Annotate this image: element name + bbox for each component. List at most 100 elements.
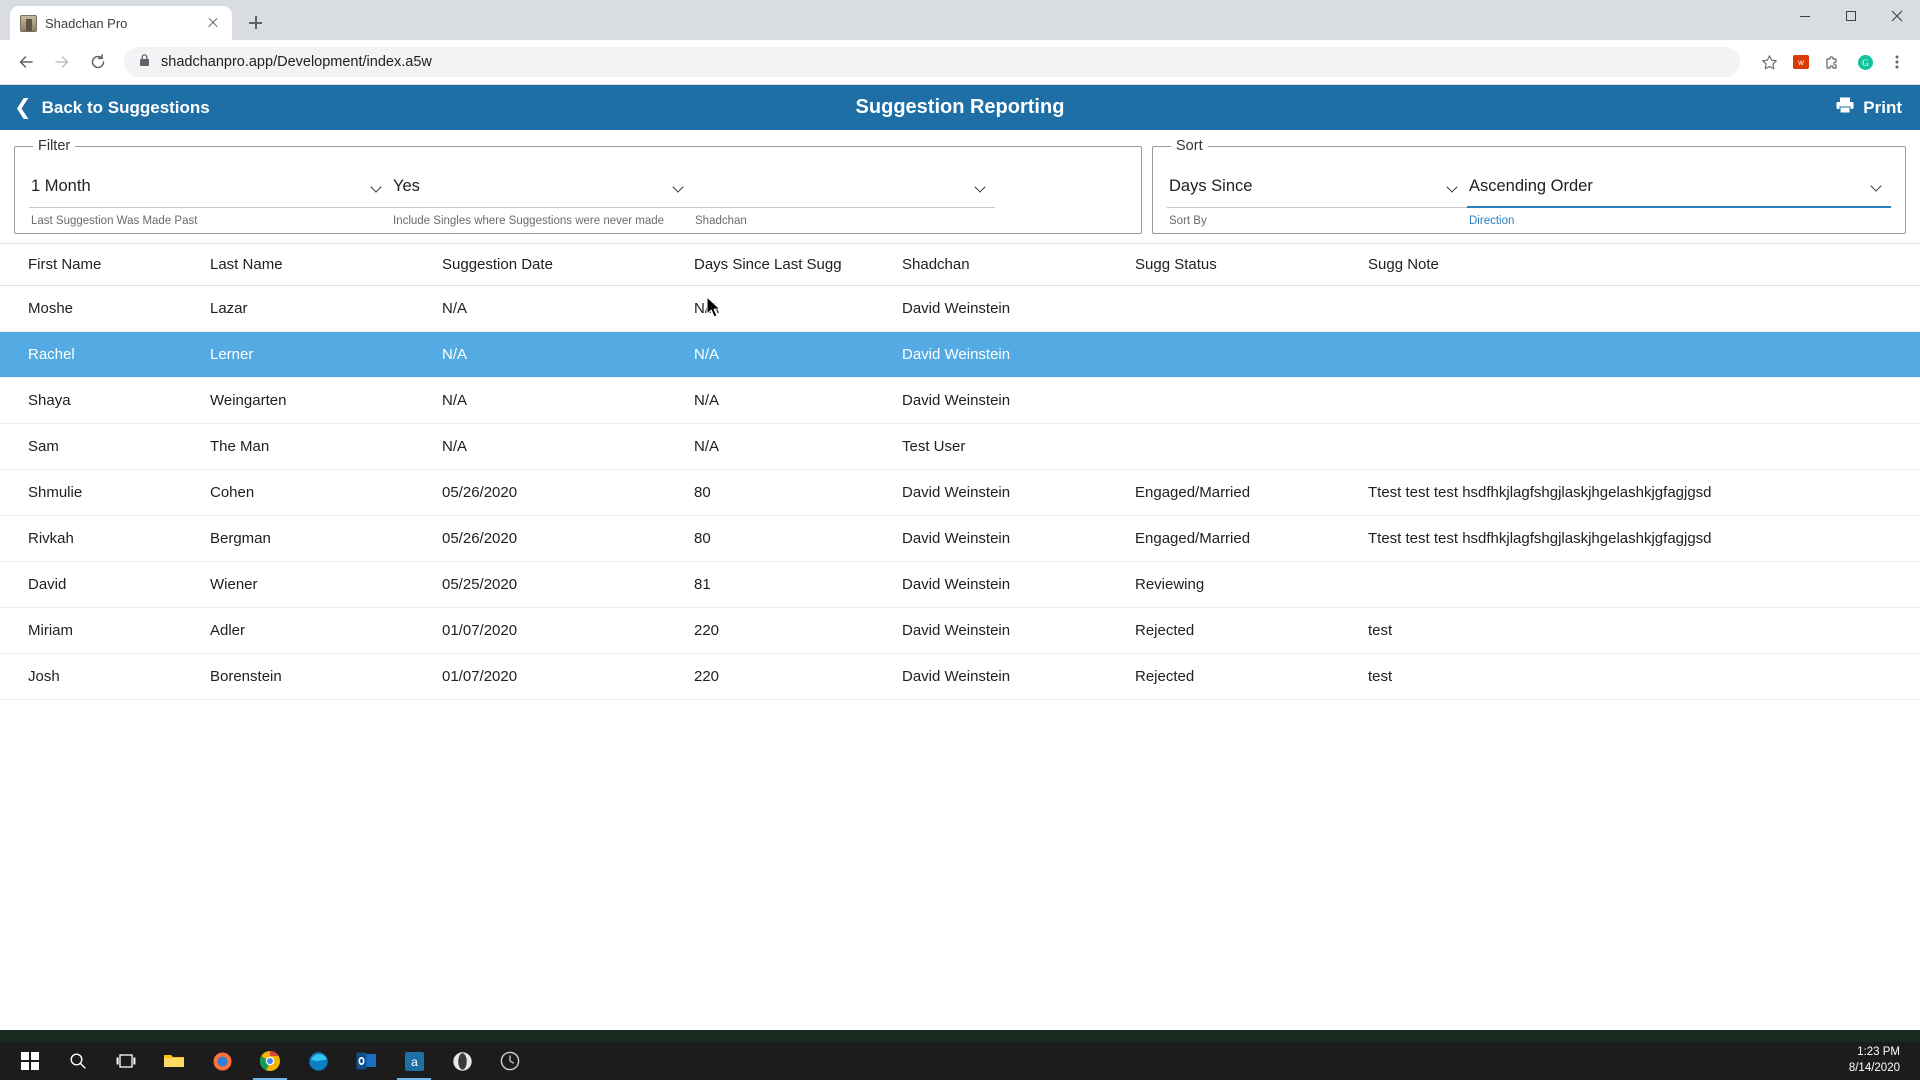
cell-suggestion-date: 05/25/2020 [442, 576, 694, 593]
minimize-icon[interactable] [1782, 0, 1828, 32]
filter-include-singles-select[interactable]: Yes [391, 166, 693, 208]
filter-shadchan-select[interactable] [693, 166, 995, 208]
table-row[interactable]: DavidWiener05/25/202081David WeinsteinRe… [0, 562, 1920, 608]
column-header-days-since: Days Since Last Sugg [694, 256, 902, 273]
page-title: Suggestion Reporting [0, 96, 1920, 119]
suggestions-table: First Name Last Name Suggestion Date Day… [0, 243, 1920, 700]
forward-arrow-icon[interactable] [46, 46, 78, 78]
cell-last-name: Adler [210, 622, 442, 639]
search-icon[interactable] [54, 1042, 102, 1080]
table-body: MosheLazarN/AN/ADavid WeinsteinRachelLer… [0, 286, 1920, 700]
office-extension-icon[interactable]: w [1788, 49, 1814, 75]
table-row[interactable]: RivkahBergman05/26/202080David Weinstein… [0, 516, 1920, 562]
filter-last-suggestion-field[interactable]: 1 Month Last Suggestion Was Made Past [29, 160, 391, 229]
app-header: ❮ Back to Suggestions Suggestion Reporti… [0, 85, 1920, 130]
menu-kebab-icon[interactable] [1884, 49, 1910, 75]
address-bar[interactable]: shadchanpro.app/Development/index.a5w [124, 47, 1740, 77]
chevron-down-icon [673, 181, 685, 193]
close-icon[interactable] [204, 14, 222, 32]
cell-last-name: Cohen [210, 484, 442, 501]
cell-last-name: Bergman [210, 530, 442, 547]
sort-by-value: Days Since [1169, 177, 1252, 196]
cell-last-name: Weingarten [210, 392, 442, 409]
filter-include-singles-value: Yes [393, 177, 420, 196]
filter-shadchan-field[interactable]: Shadchan [693, 160, 995, 229]
page-favicon [20, 15, 37, 32]
edge-icon[interactable] [294, 1042, 342, 1080]
print-button[interactable]: Print [1835, 96, 1902, 119]
clock-date: 8/14/2020 [1849, 1061, 1900, 1077]
column-header-shadchan: Shadchan [902, 256, 1135, 273]
lock-icon [138, 53, 151, 72]
table-row[interactable]: SamThe ManN/AN/ATest User [0, 424, 1920, 470]
sort-by-label: Sort By [1167, 208, 1467, 229]
extension-icons: w G [1750, 49, 1910, 75]
outlook-icon[interactable] [342, 1042, 390, 1080]
cell-shadchan: David Weinstein [902, 530, 1135, 547]
svg-text:a: a [411, 1055, 418, 1069]
sort-panel: Sort Days Since Sort By Ascending Order [1152, 138, 1906, 234]
puzzle-extension-icon[interactable] [1820, 49, 1846, 75]
start-windows-icon[interactable] [6, 1042, 54, 1080]
table-header-row: First Name Last Name Suggestion Date Day… [0, 244, 1920, 286]
opera-icon[interactable] [438, 1042, 486, 1080]
clock-app-icon[interactable] [486, 1042, 534, 1080]
file-explorer-icon[interactable] [150, 1042, 198, 1080]
grammar-extension-icon[interactable]: G [1852, 49, 1878, 75]
application-content: ❮ Back to Suggestions Suggestion Reporti… [0, 85, 1920, 700]
sort-by-field[interactable]: Days Since Sort By [1167, 160, 1467, 229]
cell-days-since: N/A [694, 300, 902, 317]
url-text: shadchanpro.app/Development/index.a5w [161, 54, 432, 70]
cell-first-name: Sam [0, 438, 210, 455]
window-close-icon[interactable] [1874, 0, 1920, 32]
filter-last-suggestion-select[interactable]: 1 Month [29, 166, 391, 208]
column-header-sugg-note: Sugg Note [1368, 256, 1920, 273]
taskbar-clock[interactable]: 1:23 PM 8/14/2020 [1849, 1045, 1914, 1076]
chrome-icon[interactable] [246, 1042, 294, 1080]
cell-last-name: Lazar [210, 300, 442, 317]
cell-last-name: Borenstein [210, 668, 442, 685]
sort-direction-label: Direction [1467, 208, 1891, 229]
column-header-sugg-status: Sugg Status [1135, 256, 1368, 273]
cell-first-name: Rachel [0, 346, 210, 363]
task-view-icon[interactable] [102, 1042, 150, 1080]
desktop-background-strip [0, 1030, 1920, 1042]
reload-icon[interactable] [82, 46, 114, 78]
cell-first-name: Shaya [0, 392, 210, 409]
bookmark-star-icon[interactable] [1756, 49, 1782, 75]
filter-panel: Filter 1 Month Last Suggestion Was Made … [14, 138, 1142, 234]
plus-icon[interactable] [240, 8, 270, 38]
cell-suggestion-date: 05/26/2020 [442, 530, 694, 547]
cell-sugg-status: Engaged/Married [1135, 484, 1368, 501]
cell-days-since: 80 [694, 530, 902, 547]
cell-sugg-note: test [1368, 622, 1920, 639]
sort-direction-select[interactable]: Ascending Order [1467, 166, 1891, 208]
chevron-down-icon [975, 181, 987, 193]
table-row[interactable]: MiriamAdler01/07/2020220David WeinsteinR… [0, 608, 1920, 654]
sort-by-select[interactable]: Days Since [1167, 166, 1467, 208]
alpha-anywhere-icon[interactable]: a [390, 1042, 438, 1080]
cell-days-since: 220 [694, 622, 902, 639]
cell-suggestion-date: 01/07/2020 [442, 622, 694, 639]
table-row[interactable]: ShayaWeingartenN/AN/ADavid Weinstein [0, 378, 1920, 424]
cell-last-name: The Man [210, 438, 442, 455]
filter-include-singles-field[interactable]: Yes Include Singles where Suggestions we… [391, 160, 693, 229]
print-label: Print [1863, 98, 1902, 118]
cell-shadchan: David Weinstein [902, 576, 1135, 593]
table-row[interactable]: MosheLazarN/AN/ADavid Weinstein [0, 286, 1920, 332]
maximize-icon[interactable] [1828, 0, 1874, 32]
table-row[interactable]: ShmulieCohen05/26/202080David WeinsteinE… [0, 470, 1920, 516]
browser-tab[interactable]: Shadchan Pro [10, 6, 232, 40]
cell-shadchan: Test User [902, 438, 1135, 455]
sort-direction-field[interactable]: Ascending Order Direction [1467, 160, 1891, 229]
back-arrow-icon[interactable] [10, 46, 42, 78]
cell-first-name: Josh [0, 668, 210, 685]
filter-legend: Filter [33, 138, 75, 154]
table-row[interactable]: JoshBorenstein01/07/2020220David Weinste… [0, 654, 1920, 700]
cell-shadchan: David Weinstein [902, 668, 1135, 685]
cell-last-name: Lerner [210, 346, 442, 363]
table-row[interactable]: RachelLernerN/AN/ADavid Weinstein [0, 332, 1920, 378]
back-to-suggestions-button[interactable]: ❮ Back to Suggestions [14, 97, 210, 118]
firefox-icon[interactable] [198, 1042, 246, 1080]
cell-sugg-note: Ttest test test hsdfhkjlagfshgjlaskjhgel… [1368, 530, 1920, 547]
